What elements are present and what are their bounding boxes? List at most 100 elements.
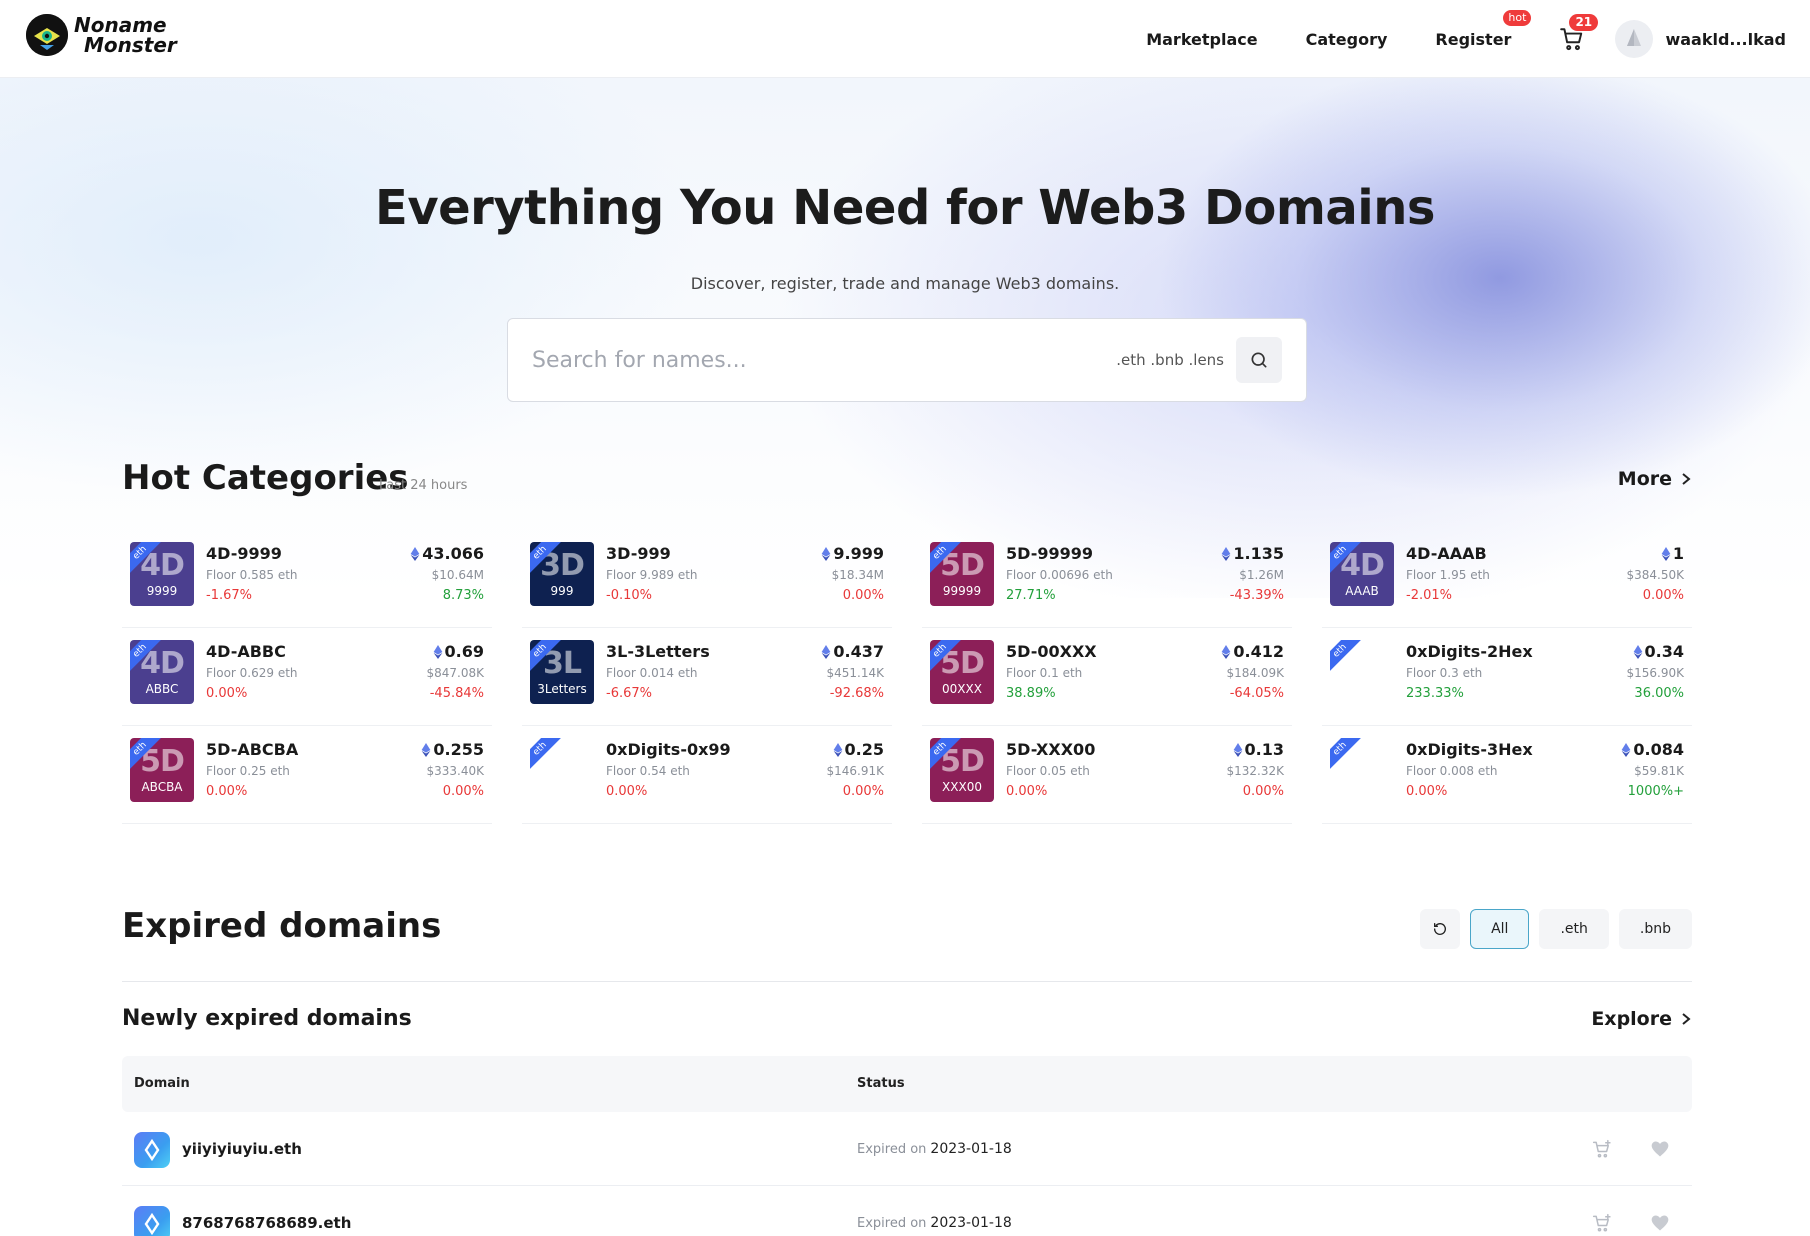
category-change: 0.00% (206, 686, 248, 701)
category-volume-usd: $132.32K (1226, 764, 1285, 778)
eth-ribbon: eth (1330, 738, 1362, 771)
category-volume-value: 43.066 (422, 544, 484, 563)
category-floor: Floor 0.3 eth (1406, 666, 1483, 680)
category-volume-usd: $333.40K (426, 764, 485, 778)
filter-bnb[interactable]: .bnb (1618, 909, 1692, 949)
table-row: 8768768768689.eth Expired on 2023-01-18 (122, 1186, 1692, 1236)
eth-icon (1661, 546, 1671, 561)
category-volume: 1.135 (1221, 544, 1284, 563)
category-volume: 0.255 (421, 740, 484, 759)
eth-icon (422, 742, 431, 757)
cart-button[interactable]: 21 (1559, 14, 1599, 52)
domain-name[interactable]: 8768768768689.eth (182, 1214, 351, 1232)
thumb-small-label: 00XXX (942, 682, 982, 696)
table-row: yiiyiyiuyiu.eth Expired on 2023-01-18 (122, 1112, 1692, 1186)
chevron-right-icon (1682, 473, 1691, 485)
category-floor: Floor 0.014 eth (606, 666, 698, 680)
category-floor: Floor 9.989 eth (606, 568, 698, 582)
hot-badge: hot (1503, 9, 1532, 26)
category-name: 0xDigits-3Hex (1406, 740, 1533, 759)
category-volume-usd: $451.14K (826, 666, 885, 680)
category-row[interactable]: 4D AAAB eth 4D-AAAB Floor 1.95 eth -2.01% 1 $38… (1322, 530, 1692, 628)
category-thumbnail: 5D XXX00 eth (930, 738, 994, 802)
category-row[interactable]: eth 0xDigits-2Hex Floor 0.3 eth 233.33% 0.34… (1322, 628, 1692, 726)
add-to-cart-button[interactable] (1592, 1213, 1612, 1233)
category-floor: Floor 0.25 eth (206, 764, 290, 778)
heart-icon (1651, 1141, 1669, 1157)
category-name: 4D-9999 (206, 544, 282, 563)
category-change: -0.10% (606, 588, 652, 603)
nav-category[interactable]: Category (1306, 30, 1388, 49)
expired-filter-bar: All .eth .bnb (1420, 909, 1692, 949)
category-volume-usd: $10.64M (431, 568, 484, 582)
more-link[interactable]: More (1618, 468, 1692, 490)
search-box: .eth .bnb .lens (507, 318, 1307, 402)
cart-count-badge: 21 (1569, 14, 1599, 31)
nav-links: Marketplace Category Register hot 21 waa… (1146, 0, 1810, 78)
filter-all[interactable]: All (1470, 909, 1530, 949)
username[interactable]: waakld...lkad (1665, 30, 1786, 49)
category-name: 4D-AAAB (1406, 544, 1487, 563)
category-row[interactable]: 3D 999 eth 3D-999 Floor 9.989 eth -0.10% 9.999… (522, 530, 892, 628)
chevron-right-icon (1682, 1013, 1691, 1025)
category-volume: 0.25 (833, 740, 884, 759)
eth-ribbon: eth (1330, 640, 1362, 673)
category-change: 27.71% (1006, 588, 1056, 603)
category-thumbnail: eth (1330, 738, 1394, 802)
category-change: 38.89% (1006, 686, 1056, 701)
category-row[interactable]: 5D XXX00 eth 5D-XXX00 Floor 0.05 eth 0.00% 0.1… (922, 726, 1292, 824)
explore-link[interactable]: Explore (1591, 1008, 1692, 1030)
search-tld-hint: .eth .bnb .lens (1116, 351, 1224, 369)
thumb-small-label: 3Letters (537, 682, 587, 696)
category-row[interactable]: 5D 99999 eth 5D-99999 Floor 0.00696 eth 27.71… (922, 530, 1292, 628)
favorite-button[interactable] (1650, 1213, 1670, 1233)
ens-logo-icon (134, 1206, 170, 1236)
refresh-icon (1434, 923, 1447, 935)
eth-icon (1233, 742, 1242, 757)
category-volume-usd: $384.50K (1626, 568, 1685, 582)
category-row[interactable]: eth 0xDigits-0x99 Floor 0.54 eth 0.00% 0.25 $… (522, 726, 892, 824)
category-volume: 0.69 (433, 642, 484, 661)
refresh-button[interactable] (1420, 909, 1461, 949)
category-thumbnail: 4D ABBC eth (130, 640, 194, 704)
table-header: Domain Status (122, 1056, 1692, 1112)
category-volume: 1 (1661, 544, 1684, 563)
avatar[interactable] (1615, 20, 1654, 58)
search-input[interactable] (508, 347, 1117, 373)
category-change: -1.67% (206, 588, 252, 603)
category-floor: Floor 0.629 eth (206, 666, 298, 680)
thumb-small-label: AAAB (1345, 584, 1379, 598)
expiry-label: Expired on (857, 1142, 927, 1157)
column-header-status: Status (857, 1076, 905, 1091)
category-volume-change: 0.00% (1642, 588, 1684, 603)
category-thumbnail: 5D 00XXX eth (930, 640, 994, 704)
nav-marketplace[interactable]: Marketplace (1146, 30, 1257, 49)
favorite-button[interactable] (1650, 1139, 1670, 1159)
divider (122, 981, 1692, 982)
category-row[interactable]: 5D ABCBA eth 5D-ABCBA Floor 0.25 eth 0.00% 0.2… (122, 726, 492, 824)
category-row[interactable]: 4D 9999 eth 4D-9999 Floor 0.585 eth -1.67% 43.… (122, 530, 492, 628)
hero-title: Everything You Need for Web3 Domains (375, 180, 1435, 236)
add-to-cart-button[interactable] (1592, 1139, 1612, 1159)
category-name: 5D-00XXX (1006, 642, 1097, 661)
category-volume-change: -43.39% (1229, 588, 1284, 603)
search-button[interactable] (1236, 337, 1282, 383)
category-row[interactable]: eth 0xDigits-3Hex Floor 0.008 eth 0.00% 0.08… (1322, 726, 1692, 824)
thumb-small-label: 999 (550, 584, 574, 598)
category-row[interactable]: 4D ABBC eth 4D-ABBC Floor 0.629 eth 0.00% 0.69… (122, 628, 492, 726)
category-row[interactable]: 3L 3Letters eth 3L-3Letters Floor 0.014 eth -… (522, 628, 892, 726)
category-floor: Floor 0.05 eth (1006, 764, 1090, 778)
logo[interactable]: Noname Monster (26, 14, 177, 56)
category-volume-value: 0.25 (844, 740, 884, 759)
table-body: yiiyiyiuyiu.eth Expired on 2023-01-18 87687… (122, 1112, 1692, 1236)
category-row[interactable]: 5D 00XXX eth 5D-00XXX Floor 0.1 eth 38.89% 0.4… (922, 628, 1292, 726)
category-name: 5D-ABCBA (206, 740, 299, 759)
hot-categories-subtitle: Last 24 hours (379, 478, 468, 493)
filter-eth[interactable]: .eth (1539, 909, 1609, 949)
category-name: 5D-XXX00 (1006, 740, 1096, 759)
category-volume-usd: $18.34M (831, 568, 884, 582)
category-volume-usd: $184.09K (1226, 666, 1285, 680)
nav-register[interactable]: Register hot (1435, 9, 1532, 49)
category-volume-value: 0.412 (1233, 642, 1284, 661)
domain-name[interactable]: yiiyiyiuyiu.eth (182, 1140, 302, 1158)
